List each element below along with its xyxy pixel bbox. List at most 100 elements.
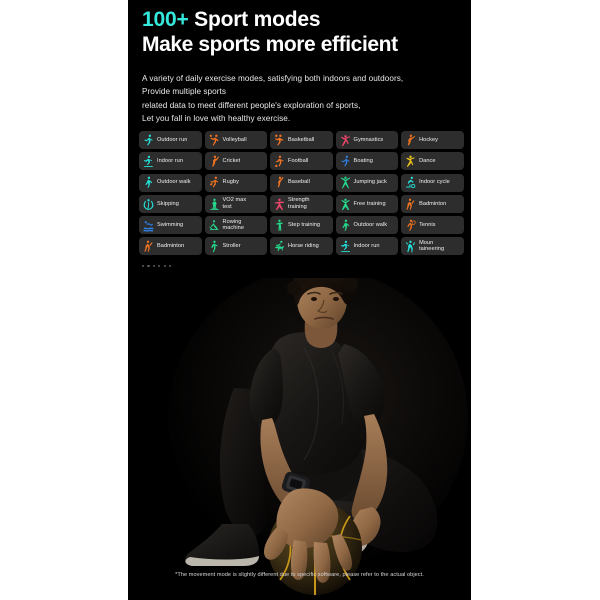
vo2-max-icon bbox=[209, 197, 220, 210]
volleyball-icon bbox=[209, 134, 220, 147]
skipping-rope-icon bbox=[143, 197, 154, 210]
sport-mode-label: Indoor run bbox=[157, 158, 183, 164]
headline-subtitle: Make sports more efficient bbox=[142, 32, 398, 56]
sport-mode-item[interactable]: Stroller bbox=[204, 237, 268, 256]
pagination-dot[interactable] bbox=[147, 265, 150, 268]
horse-riding-icon bbox=[274, 240, 285, 253]
sport-mode-item[interactable]: Tennis bbox=[401, 216, 464, 235]
sport-mode-item[interactable]: Badminton bbox=[139, 237, 202, 256]
sport-mode-item[interactable]: VO2 max test bbox=[204, 194, 268, 213]
sport-mode-label: Badminton bbox=[157, 243, 185, 250]
hero-photo bbox=[128, 278, 471, 600]
sport-mode-item[interactable]: Outdoor walk bbox=[139, 173, 202, 192]
sport-mode-label: Hockey bbox=[419, 136, 439, 143]
sport-mode-item[interactable]: Outdoor walk bbox=[335, 216, 399, 235]
sport-mode-label: Outdoor run bbox=[157, 136, 188, 143]
pagination-dot[interactable] bbox=[152, 265, 155, 268]
mountaineering-icon bbox=[405, 240, 416, 253]
sport-mode-count: 100+ bbox=[142, 8, 189, 31]
sport-mode-item[interactable]: Gymnastics bbox=[335, 131, 399, 149]
sport-mode-item[interactable]: Volleyball bbox=[204, 131, 268, 149]
sport-mode-label: Dance bbox=[419, 158, 436, 164]
sport-mode-item[interactable]: Baseball bbox=[270, 173, 333, 192]
tennis-icon bbox=[405, 219, 416, 232]
stroller-icon bbox=[209, 240, 220, 253]
sport-mode-label: Jumping jack bbox=[353, 179, 387, 186]
jumping-jack-icon bbox=[340, 176, 351, 189]
treadmill-icon bbox=[143, 155, 154, 168]
sport-mode-item[interactable]: Football bbox=[270, 152, 333, 171]
sport-mode-item[interactable]: Cricket bbox=[204, 152, 268, 171]
sport-mode-item[interactable]: Boating bbox=[335, 152, 399, 171]
football-icon bbox=[274, 155, 285, 168]
sport-mode-item[interactable]: Moun taineering bbox=[401, 237, 464, 256]
indoor-cycle-icon bbox=[405, 176, 416, 189]
sport-mode-label: Outdoor walk bbox=[157, 179, 191, 186]
page-title: 100+ Sport modes Make sports more effici… bbox=[142, 8, 467, 56]
rowing-boat-icon bbox=[340, 155, 351, 168]
swimming-icon bbox=[143, 219, 154, 232]
sport-mode-item[interactable]: Dance bbox=[401, 152, 464, 171]
sport-mode-item[interactable]: Free training bbox=[335, 194, 399, 213]
gymnastics-icon bbox=[340, 134, 351, 147]
pagination-dots[interactable] bbox=[142, 265, 172, 268]
headline-title-rest: Sport modes bbox=[188, 8, 321, 31]
sport-mode-item[interactable]: Indoor cycle bbox=[401, 173, 464, 192]
sport-mode-item[interactable]: Horse riding bbox=[270, 237, 333, 256]
athlete-illustration bbox=[128, 278, 471, 600]
description-line-1: A variety of daily exercise modes, satis… bbox=[142, 74, 404, 83]
free-training-icon bbox=[340, 197, 351, 210]
promo-panel: 100+ Sport modes Make sports more effici… bbox=[128, 0, 471, 600]
pagination-dot[interactable] bbox=[168, 265, 172, 268]
description-line-4: Let you fall in love with healthy exerci… bbox=[142, 113, 291, 123]
description-line-2: Provide multiple sports bbox=[142, 87, 226, 97]
sport-mode-item[interactable]: Basketball bbox=[270, 131, 333, 149]
sport-mode-label: Indoor cycle bbox=[419, 179, 450, 186]
sport-mode-label: Stroller bbox=[222, 243, 241, 250]
hockey-icon bbox=[405, 134, 416, 147]
sport-mode-item[interactable]: Step training bbox=[270, 216, 333, 235]
sport-mode-label: Rugby bbox=[222, 179, 239, 186]
sport-mode-label: Cricket bbox=[222, 158, 241, 164]
sport-mode-item[interactable]: Outdoor run bbox=[139, 131, 202, 149]
sport-mode-label: Free training bbox=[353, 200, 386, 207]
pagination-dot[interactable] bbox=[158, 265, 161, 268]
disclaimer-text: *The movement mode is slightly different… bbox=[175, 572, 424, 578]
sport-modes-grid: Outdoor run Volleyball Basketball Gymnastic… bbox=[139, 131, 464, 256]
sport-mode-item[interactable]: Hockey bbox=[401, 131, 464, 149]
sport-mode-item[interactable]: Indoor run bbox=[335, 237, 399, 256]
sport-mode-item[interactable]: Strength training bbox=[270, 194, 333, 213]
sport-mode-item[interactable]: Badminton bbox=[401, 194, 464, 213]
baseball-icon bbox=[274, 176, 285, 189]
rugby-icon bbox=[209, 176, 220, 189]
sport-mode-item[interactable]: Jumping jack bbox=[335, 173, 399, 192]
walking-icon bbox=[143, 176, 154, 189]
sport-mode-label: Baseball bbox=[288, 179, 310, 186]
sport-mode-label: Indoor run bbox=[353, 243, 380, 250]
step-training-icon bbox=[274, 219, 285, 232]
sport-mode-item[interactable]: Rugby bbox=[204, 173, 268, 192]
sport-mode-item[interactable]: Swimming bbox=[139, 216, 202, 235]
sport-mode-label: Football bbox=[288, 158, 309, 164]
sport-mode-label: Strength training bbox=[288, 197, 310, 210]
sport-mode-label: Volleyball bbox=[222, 136, 247, 143]
sport-mode-label: Outdoor walk bbox=[353, 221, 388, 228]
badminton-icon bbox=[405, 197, 416, 210]
dance-icon bbox=[405, 155, 416, 168]
sport-mode-label: Step training bbox=[288, 221, 321, 228]
sport-mode-label: Swimming bbox=[157, 221, 184, 228]
sport-mode-label: Skipping bbox=[157, 200, 179, 207]
pagination-dot[interactable] bbox=[142, 265, 145, 268]
description-line-3: related data to meet different people's … bbox=[142, 100, 361, 110]
pagination-dot[interactable] bbox=[163, 265, 166, 268]
sport-mode-label: Boating bbox=[353, 158, 373, 164]
runner-icon bbox=[143, 134, 154, 147]
page-root: 100+ Sport modes Make sports more effici… bbox=[0, 0, 600, 600]
sport-mode-label: Basketball bbox=[288, 136, 315, 143]
sport-mode-item[interactable]: Indoor run bbox=[139, 152, 202, 171]
treadmill-icon bbox=[340, 240, 351, 253]
sport-mode-item[interactable]: Rowing machine bbox=[204, 216, 268, 235]
headline-line-1: 100+ Sport modes bbox=[142, 8, 467, 32]
sport-mode-item[interactable]: Skipping bbox=[139, 194, 202, 213]
walking-icon bbox=[340, 219, 351, 232]
